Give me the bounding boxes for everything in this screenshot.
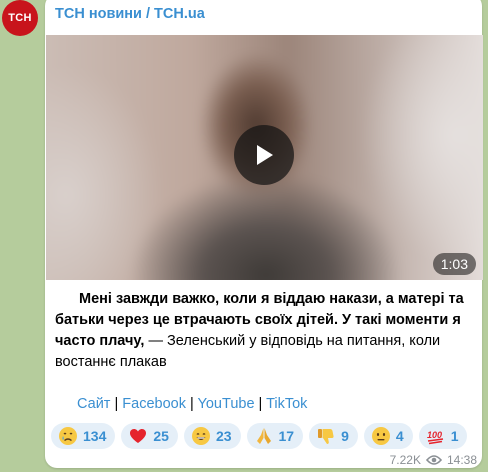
avatar-logo-text: ТСН <box>8 12 32 24</box>
view-count: 7.22K <box>389 453 421 467</box>
reaction-thumbs-down[interactable]: 9 <box>309 423 358 449</box>
reaction-heart[interactable]: 25 <box>121 423 178 449</box>
reaction-crying[interactable]: 134 <box>51 423 116 449</box>
message-meta: 7.22K 14:38 <box>390 453 477 467</box>
reaction-count: 23 <box>215 428 232 444</box>
social-links: Сайт | Facebook | YouTube | TikTok <box>77 396 307 412</box>
link-facebook[interactable]: Facebook <box>122 396 186 412</box>
reaction-pray[interactable]: 17 <box>246 423 304 449</box>
eye-icon <box>425 455 442 465</box>
thumbs-down-icon <box>315 425 337 447</box>
link-separator: | <box>254 396 267 412</box>
neutral-face-icon <box>370 425 392 447</box>
link-tiktok[interactable]: TikTok <box>266 396 307 412</box>
hundred-points-icon: 100 <box>425 425 447 447</box>
reaction-count: 134 <box>83 428 107 444</box>
reaction-count: 4 <box>395 428 404 444</box>
play-button[interactable] <box>234 125 294 185</box>
message-time: 14:38 <box>446 453 477 467</box>
link-site[interactable]: Сайт <box>77 396 110 412</box>
link-separator: | <box>185 396 198 412</box>
post-text: Мені завжди важко, коли я віддаю накази,… <box>55 289 475 373</box>
grinning-face-icon <box>190 425 212 447</box>
reaction-count: 25 <box>153 428 169 444</box>
reaction-count: 9 <box>341 428 349 444</box>
reaction-neutral[interactable]: 4 <box>363 423 413 449</box>
folded-hands-icon <box>253 425 275 447</box>
play-icon <box>257 145 273 165</box>
reaction-grin[interactable]: 23 <box>183 423 241 449</box>
channel-avatar[interactable]: ТСН <box>2 0 38 36</box>
video-duration-badge: 1:03 <box>432 253 476 275</box>
reaction-hundred[interactable]: 100 1 <box>418 423 468 449</box>
reaction-count: 17 <box>278 428 295 444</box>
link-youtube[interactable]: YouTube <box>198 396 255 412</box>
channel-name-link[interactable]: ТСН новини / TCH.ua <box>55 6 205 22</box>
video-preview[interactable]: 1:03 <box>46 35 483 280</box>
red-heart-icon <box>127 425 149 447</box>
crying-face-icon <box>57 425 79 447</box>
reaction-count: 1 <box>450 428 459 444</box>
reactions-bar: 134 25 23 17 9 4 100 1 <box>51 423 468 449</box>
link-separator: | <box>110 396 123 412</box>
svg-text:100: 100 <box>427 430 442 440</box>
